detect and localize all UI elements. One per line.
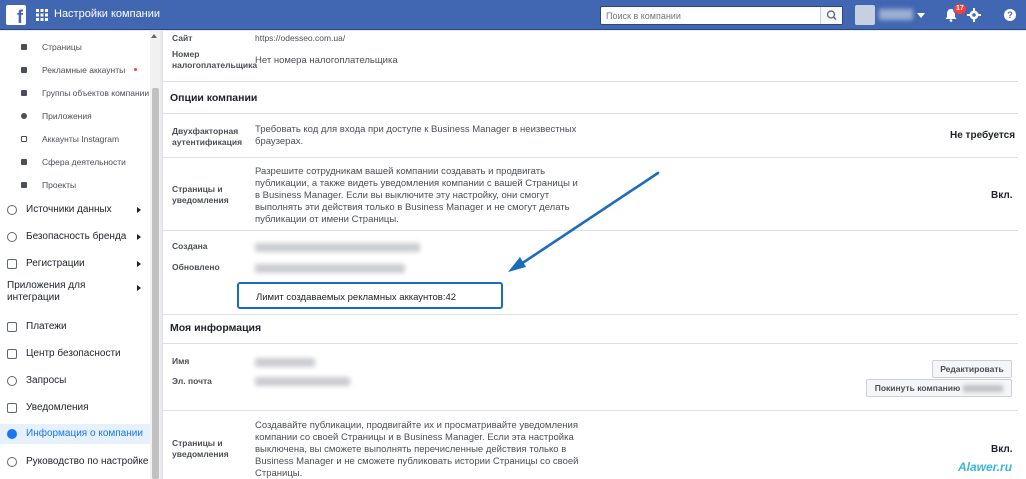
email-label: Эл. почта [172, 376, 212, 386]
divider [162, 314, 1018, 315]
pages-notifications-label: Страницы и уведомления [172, 184, 229, 205]
ad-account-icon [21, 67, 27, 73]
search-input[interactable] [601, 7, 821, 24]
my-pages-notifications-description: Создавайте публикации, продвигайте их и … [255, 420, 579, 479]
cube-icon [21, 113, 27, 119]
flag-icon [21, 44, 27, 50]
search-button[interactable] [820, 7, 842, 24]
people-icon [7, 205, 17, 215]
new-dot [134, 68, 137, 71]
company-options-title: Опции компании [170, 92, 258, 104]
top-bar: f Настройки компании 17 ? [0, 0, 1026, 30]
leave-company-button-label: Покинуть компанию [874, 383, 961, 393]
my-pages-notifications-value[interactable]: Вкл. [991, 444, 1012, 455]
briefcase-icon [21, 159, 27, 165]
instagram-icon [21, 136, 27, 142]
notification-icon [7, 403, 17, 413]
chevron-right-icon [137, 285, 141, 291]
pages-notifications-description: Разрешите сотрудникам вашей компании соз… [255, 166, 578, 225]
my-info-title: Моя информация [170, 322, 262, 334]
chevron-right-icon [137, 261, 141, 267]
gear-icon[interactable] [967, 8, 981, 22]
clipboard-icon [7, 259, 17, 269]
lock-icon [7, 349, 17, 359]
sidebar-item-security-center[interactable]: Центр безопасности [0, 344, 150, 364]
chevron-down-icon [917, 13, 925, 18]
tax-label: Номер налогоплательщика [172, 49, 258, 70]
sidebar-item-notifications[interactable]: Уведомления [0, 398, 150, 418]
app-title[interactable]: Настройки компании [54, 8, 160, 20]
site-label: Сайт [172, 33, 193, 43]
twofa-description: Требовать код для входа при доступе к Bu… [255, 124, 577, 147]
avatar [855, 5, 875, 25]
watermark: Alawer.ru [958, 460, 1013, 474]
shield-icon [7, 232, 17, 242]
leave-company-button[interactable]: Покинуть компанию [866, 379, 1012, 397]
content-scrollbar[interactable] [1018, 31, 1026, 479]
facebook-logo-icon[interactable]: f [6, 5, 26, 25]
divider [162, 157, 1018, 158]
user-menu[interactable] [855, 5, 927, 25]
chevron-right-icon [137, 234, 141, 240]
notifications-badge: 17 [953, 3, 967, 15]
tax-value: Нет номера налогоплательщика [255, 55, 398, 66]
main-content [162, 31, 1022, 479]
edit-button[interactable]: Редактировать [932, 360, 1012, 378]
payments-icon [7, 322, 17, 332]
created-label: Создана [172, 241, 208, 251]
sidebar-item-brand-safety[interactable]: Безопасность бренда [0, 227, 150, 247]
name-label: Имя [172, 356, 190, 366]
updated-label: Обновлено [172, 262, 220, 272]
sidebar-item-registrations[interactable]: Регистрации [0, 254, 150, 274]
divider [162, 230, 1018, 231]
sidebar-item-integrations[interactable]: Приложения для интеграции [0, 278, 150, 306]
requests-icon [7, 376, 17, 386]
help-icon[interactable]: ? [1004, 9, 1016, 21]
sidebar-item-company-info[interactable]: Информация о компании [0, 424, 150, 444]
my-pages-notifications-label: Страницы и уведомления [172, 438, 229, 459]
name-value-blurred [255, 358, 315, 367]
company-name-blurred [963, 385, 1004, 393]
sidebar-item-setup-guide[interactable]: Руководство по настройке [0, 452, 150, 472]
sidebar-item-payments[interactable]: Платежи [0, 317, 150, 337]
folder-icon [21, 90, 27, 96]
projects-icon [21, 182, 27, 188]
divider [162, 81, 1018, 82]
divider [162, 410, 1018, 411]
created-value-blurred [255, 243, 420, 252]
sidebar-item-requests[interactable]: Запросы [0, 371, 150, 391]
site-value[interactable]: https://odesseo.com.ua/ [255, 32, 345, 44]
search-icon [826, 10, 837, 21]
twofa-value[interactable]: Не требуется [950, 130, 1015, 141]
pages-notifications-value[interactable]: Вкл. [991, 190, 1012, 201]
ad-account-limit-text: Лимит создаваемых рекламных аккаунтов:42 [256, 292, 457, 303]
help-circle-icon [7, 457, 17, 467]
twofa-label: Двухфакторная аутентификация [172, 126, 243, 147]
chevron-right-icon [137, 207, 141, 213]
divider [162, 113, 1018, 114]
gear-icon [7, 429, 17, 439]
sidebar-item-data-sources[interactable]: Источники данных [0, 200, 150, 220]
email-value-blurred [255, 377, 350, 386]
sidebar-scrollbar-thumb[interactable] [152, 88, 159, 479]
edit-button-label: Редактировать [940, 364, 1004, 374]
divider [162, 343, 1018, 344]
user-name-blurred [879, 9, 913, 20]
scroll-up-icon[interactable] [151, 34, 157, 38]
updated-value-blurred [255, 264, 405, 273]
apps-grid-icon[interactable] [36, 9, 48, 21]
search-box[interactable] [600, 6, 843, 25]
